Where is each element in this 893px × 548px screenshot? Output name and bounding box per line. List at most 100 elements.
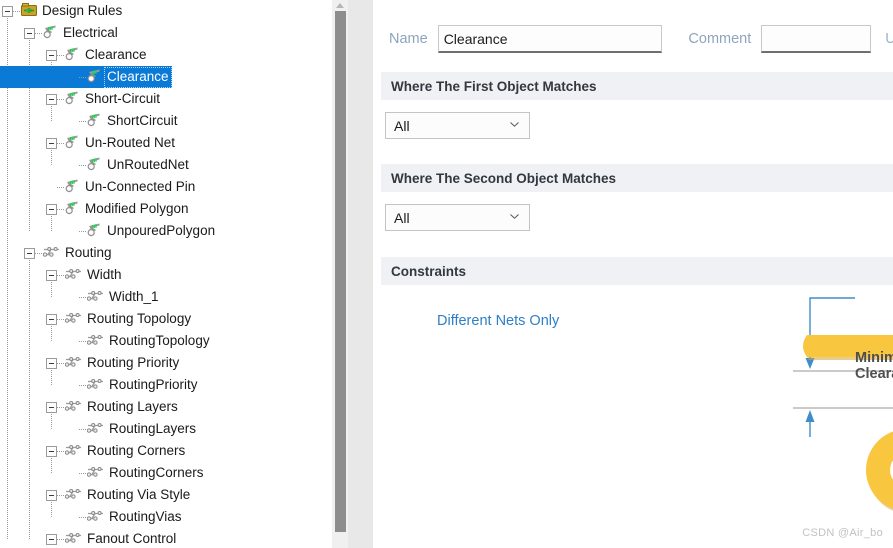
routing-icon bbox=[43, 246, 60, 261]
electrical-icon bbox=[65, 90, 80, 109]
tree-item-routinglayers[interactable]: RoutingLayers bbox=[0, 418, 199, 440]
tree-expander-toggle[interactable] bbox=[46, 402, 57, 413]
tree-item-routingvias[interactable]: RoutingVias bbox=[0, 506, 185, 528]
tree-item-label: RoutingTopology bbox=[106, 331, 213, 352]
tree-expander-toggle[interactable] bbox=[24, 248, 35, 259]
name-input[interactable] bbox=[438, 25, 663, 53]
tree-connector bbox=[79, 429, 86, 430]
electrical-icon bbox=[65, 200, 80, 219]
tree-expander-toggle[interactable] bbox=[2, 6, 13, 17]
tree-item-routingtopology[interactable]: RoutingTopology bbox=[0, 330, 213, 352]
tree-expander-toggle[interactable] bbox=[46, 270, 57, 281]
tree-connector bbox=[57, 451, 64, 452]
second-object-scope-combobox[interactable]: All bbox=[385, 204, 530, 231]
tree-item-label: RoutingCorners bbox=[106, 463, 207, 484]
minimum-clearance-label: Minimum Clearance bbox=[855, 350, 893, 382]
comment-input[interactable] bbox=[761, 25, 871, 53]
tree-item-routing[interactable]: Routing bbox=[0, 242, 115, 264]
electrical-icon bbox=[87, 112, 102, 131]
first-object-scope-combobox[interactable]: All bbox=[385, 112, 530, 139]
electrical-icon bbox=[65, 46, 80, 65]
tree-expander-toggle[interactable] bbox=[46, 490, 57, 501]
tree-connector bbox=[79, 341, 86, 342]
tree-item-shortcircuit[interactable]: ShortCircuit bbox=[0, 110, 181, 132]
tree-connector bbox=[79, 121, 86, 122]
name-label: Name bbox=[389, 31, 428, 47]
tree-item-routing-layers[interactable]: Routing Layers bbox=[0, 396, 181, 418]
tree-item-routingpriority[interactable]: RoutingPriority bbox=[0, 374, 201, 396]
tree-item-clearance[interactable]: Clearance bbox=[0, 66, 172, 88]
tree-item-label: Routing bbox=[62, 243, 115, 264]
tree-connector bbox=[57, 275, 64, 276]
tree-item-label: Routing Topology bbox=[84, 309, 194, 330]
electrical-icon bbox=[87, 68, 102, 87]
tree-item-modified-polygon[interactable]: Modified Polygon bbox=[0, 198, 192, 220]
scroll-up-arrow-icon[interactable] bbox=[336, 3, 344, 8]
tree-connector bbox=[57, 495, 64, 496]
tree-item-label: Clearance bbox=[82, 45, 150, 66]
electrical-icon bbox=[43, 24, 58, 43]
tree-item-clearance[interactable]: Clearance bbox=[0, 44, 150, 66]
tree-connector bbox=[57, 319, 64, 320]
tree-item-label: RoutingPriority bbox=[106, 375, 201, 396]
routing-icon bbox=[87, 334, 104, 349]
tree-connector bbox=[57, 209, 64, 210]
electrical-icon bbox=[65, 178, 80, 197]
tree-connector bbox=[79, 77, 86, 78]
routing-icon bbox=[65, 532, 82, 547]
tree-expander-toggle[interactable] bbox=[46, 50, 57, 61]
design-rules-icon bbox=[21, 3, 37, 20]
tree-item-unpouredpolygon[interactable]: UnpouredPolygon bbox=[0, 220, 218, 242]
tree-connector bbox=[79, 297, 86, 298]
tree-item-un-connected-pin[interactable]: Un-Connected Pin bbox=[0, 176, 198, 198]
design-rules-tree-panel[interactable]: Design RulesElectricalClearanceClearance… bbox=[0, 0, 331, 548]
tree-connector bbox=[57, 55, 64, 56]
routing-icon bbox=[87, 510, 104, 525]
tree-item-routingcorners[interactable]: RoutingCorners bbox=[0, 462, 207, 484]
tree-item-routing-via-style[interactable]: Routing Via Style bbox=[0, 484, 193, 506]
tree-expander-toggle[interactable] bbox=[46, 446, 57, 457]
tree-expander-toggle[interactable] bbox=[24, 28, 35, 39]
tree-item-width-1[interactable]: Width_1 bbox=[0, 286, 162, 308]
tree-connector bbox=[57, 187, 64, 188]
routing-icon bbox=[87, 422, 104, 437]
tree-item-routing-priority[interactable]: Routing Priority bbox=[0, 352, 182, 374]
tree-item-design-rules[interactable]: Design Rules bbox=[0, 0, 125, 22]
tree-item-label: Short-Circuit bbox=[82, 89, 163, 110]
tree-expander-toggle[interactable] bbox=[46, 314, 57, 325]
tree-item-label: Un-Routed Net bbox=[82, 133, 178, 154]
tree-connector bbox=[79, 473, 86, 474]
chevron-down-icon bbox=[510, 122, 519, 127]
via-pad bbox=[866, 429, 893, 511]
tree-item-label: Routing Corners bbox=[84, 441, 188, 462]
tree-item-width[interactable]: Width bbox=[0, 264, 125, 286]
tree-item-label: UnRoutedNet bbox=[104, 155, 192, 176]
tree-expander-toggle[interactable] bbox=[46, 94, 57, 105]
tree-item-routing-topology[interactable]: Routing Topology bbox=[0, 308, 194, 330]
tree-item-routing-corners[interactable]: Routing Corners bbox=[0, 440, 188, 462]
tree-item-label: Un-Connected Pin bbox=[82, 177, 198, 198]
design-rules-window: Design RulesElectricalClearanceClearance… bbox=[0, 0, 893, 548]
tree-vertical-scrollbar[interactable] bbox=[331, 0, 348, 548]
routing-icon bbox=[87, 290, 104, 305]
tree-expander-toggle[interactable] bbox=[46, 534, 57, 545]
tree-connector bbox=[57, 143, 64, 144]
tree-expander-toggle[interactable] bbox=[46, 204, 57, 215]
tree-item-label: ShortCircuit bbox=[104, 111, 181, 132]
unique-id-label: U bbox=[885, 31, 893, 47]
tree-expander-toggle[interactable] bbox=[46, 358, 57, 369]
routing-icon bbox=[87, 378, 104, 393]
tree-expander-toggle[interactable] bbox=[46, 138, 57, 149]
tree-item-label: Clearance bbox=[104, 67, 172, 88]
tree-connector bbox=[57, 539, 64, 540]
tree-item-label: Routing Via Style bbox=[84, 485, 193, 506]
tree-item-label: Modified Polygon bbox=[82, 199, 192, 220]
routing-icon bbox=[65, 356, 82, 371]
tree-item-unroutednet[interactable]: UnRoutedNet bbox=[0, 154, 192, 176]
tree-item-electrical[interactable]: Electrical bbox=[0, 22, 121, 44]
tree-connector bbox=[79, 385, 86, 386]
tree-item-un-routed-net[interactable]: Un-Routed Net bbox=[0, 132, 178, 154]
scrollbar-thumb[interactable] bbox=[335, 11, 346, 532]
tree-item-short-circuit[interactable]: Short-Circuit bbox=[0, 88, 163, 110]
tree-item-fanout-control[interactable]: Fanout Control bbox=[0, 528, 179, 548]
